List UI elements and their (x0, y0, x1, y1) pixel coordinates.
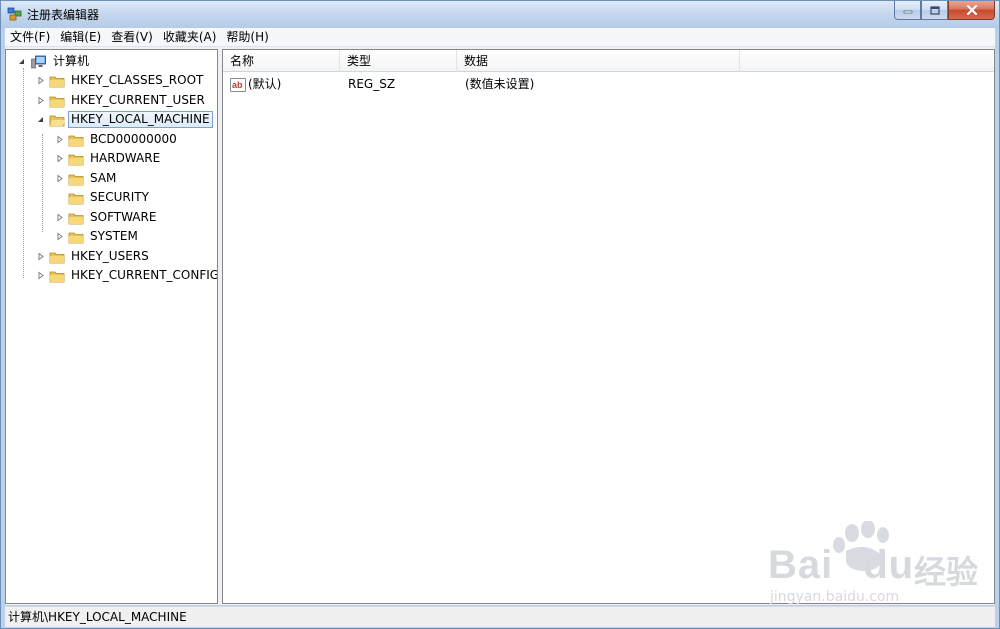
tree-item-software[interactable]: SOFTWARE (55, 208, 159, 227)
tree-label-bcd: BCD00000000 (90, 132, 177, 146)
collapse-triangle-icon[interactable] (36, 115, 45, 124)
tree-item-hkcu[interactable]: HKEY_CURRENT_USER (36, 91, 208, 110)
expand-triangle-icon[interactable] (55, 174, 64, 183)
folder-icon (68, 232, 84, 243)
tree-item-hkcr[interactable]: HKEY_CLASSES_ROOT (36, 71, 206, 90)
regedit-window: 注册表编辑器 文件(F) 编辑(E) 查看(V) 收藏夹(A) 帮助(H) 计算… (0, 0, 1000, 629)
expand-triangle-icon[interactable] (36, 76, 45, 85)
value-list[interactable]: 名称 类型 数据 ab (默认) REG_SZ (数值未设置) (222, 49, 995, 604)
value-row[interactable]: ab (默认) REG_SZ (数值未设置) (223, 75, 534, 94)
tree-label-hkcr: HKEY_CLASSES_ROOT (71, 73, 204, 87)
open-folder-icon (49, 115, 65, 126)
tree-item-bcd[interactable]: BCD00000000 (55, 130, 180, 149)
menu-favorites[interactable]: 收藏夹(A) (158, 28, 222, 47)
folder-icon (49, 76, 65, 87)
tree-label-sam: SAM (90, 171, 117, 185)
svg-text:ab: ab (232, 80, 243, 90)
value-type: REG_SZ (348, 77, 396, 91)
menu-file[interactable]: 文件(F) (5, 28, 55, 47)
tree-item-computer[interactable]: 计算机 (17, 52, 92, 71)
value-name: (默认) (248, 77, 282, 91)
folder-icon (49, 252, 65, 263)
tree-label-hardware: HARDWARE (90, 151, 161, 165)
close-icon (966, 5, 977, 15)
status-bar: 计算机\HKEY_LOCAL_MACHINE (5, 606, 995, 627)
column-header-name[interactable]: 名称 (223, 50, 340, 72)
minimize-icon (903, 10, 912, 14)
tree-label-hkcc: HKEY_CURRENT_CONFIG (71, 268, 218, 282)
client-area: 计算机 HKEY_CLASSES_ROOT HKEY_CURRENT_USER … (5, 47, 995, 605)
folder-icon (68, 154, 84, 165)
collapse-triangle-icon[interactable] (17, 57, 26, 66)
menu-bar: 文件(F) 编辑(E) 查看(V) 收藏夹(A) 帮助(H) (5, 28, 995, 47)
computer-icon (31, 55, 46, 68)
window-title: 注册表编辑器 (27, 8, 100, 22)
folder-icon (68, 213, 84, 224)
tree-item-sam[interactable]: SAM (55, 169, 119, 188)
expand-triangle-icon[interactable] (55, 213, 64, 222)
value-data: (数值未设置) (465, 77, 535, 91)
maximize-icon (929, 5, 940, 15)
tree-item-hku[interactable]: HKEY_USERS (36, 247, 152, 266)
tree-label-computer: 计算机 (53, 54, 90, 68)
tree-label-software: SOFTWARE (90, 210, 157, 224)
tree-item-hardware[interactable]: HARDWARE (55, 149, 163, 168)
column-header-filler (740, 50, 994, 72)
tree-label-hku: HKEY_USERS (71, 249, 149, 263)
caption-buttons (894, 1, 995, 20)
column-header-type[interactable]: 类型 (340, 50, 457, 72)
menu-view[interactable]: 查看(V) (106, 28, 158, 47)
folder-icon (49, 271, 65, 282)
list-header: 名称 类型 数据 (223, 50, 994, 72)
tree-line (42, 134, 43, 232)
tree-item-system[interactable]: SYSTEM (55, 227, 141, 246)
tree-item-hkcc[interactable]: HKEY_CURRENT_CONFIG (36, 266, 218, 285)
maximize-button[interactable] (921, 1, 948, 20)
tree-item-hklm[interactable]: HKEY_LOCAL_MACHINE (36, 110, 213, 129)
folder-icon (68, 193, 84, 204)
folder-icon (68, 174, 84, 185)
tree-label-system: SYSTEM (90, 229, 138, 243)
regedit-app-icon (7, 7, 22, 21)
folder-icon (49, 96, 65, 107)
expand-triangle-icon[interactable] (36, 271, 45, 280)
key-tree[interactable]: 计算机 HKEY_CLASSES_ROOT HKEY_CURRENT_USER … (5, 49, 218, 604)
menu-help[interactable]: 帮助(H) (221, 28, 273, 47)
expand-triangle-icon[interactable] (36, 96, 45, 105)
tree-line (23, 68, 24, 278)
tree-item-security[interactable]: SECURITY (55, 188, 152, 207)
expand-triangle-icon[interactable] (55, 154, 64, 163)
title-bar[interactable]: 注册表编辑器 (1, 1, 999, 28)
tree-label-hkcu: HKEY_CURRENT_USER (71, 93, 205, 107)
tree-label-security: SECURITY (90, 190, 149, 204)
expand-triangle-icon[interactable] (55, 135, 64, 144)
minimize-button[interactable] (894, 1, 921, 20)
close-button[interactable] (948, 1, 995, 20)
string-value-icon: ab (230, 77, 246, 92)
expand-triangle-icon[interactable] (36, 252, 45, 261)
menu-edit[interactable]: 编辑(E) (55, 28, 106, 47)
folder-icon (68, 135, 84, 146)
column-header-data[interactable]: 数据 (457, 50, 740, 72)
expand-triangle-icon[interactable] (55, 232, 64, 241)
tree-label-hklm: HKEY_LOCAL_MACHINE (68, 111, 213, 128)
status-path: 计算机\HKEY_LOCAL_MACHINE (8, 610, 187, 624)
